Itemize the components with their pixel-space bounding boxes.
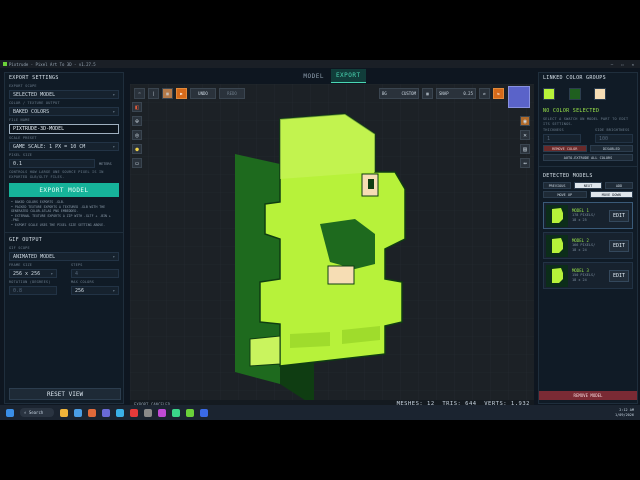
tab-model[interactable]: MODEL (298, 70, 329, 83)
model-thumbnail (546, 234, 568, 257)
model-thumbnail (546, 264, 568, 287)
scale-preset-select[interactable]: GAME SCALE: 1 PX = 10 CM ▾ (9, 142, 119, 151)
linked-color-groups-title: LINKED COLOR GROUPS (543, 75, 606, 81)
brightness-input[interactable]: 100 (595, 134, 633, 143)
window-title: Pixtrude - Pixel Art To 3D - v1.27.5 (9, 61, 96, 67)
model-list-item[interactable]: MODEL 2 166 PIXELS/18 x 24 EDIT (543, 232, 633, 259)
remove-model-button[interactable]: REMOVE MODEL (539, 391, 637, 400)
close-icon[interactable]: ✕ (632, 62, 634, 67)
chevron-down-icon: ▾ (50, 271, 53, 276)
browser-icon[interactable] (74, 408, 82, 417)
minimize-icon[interactable]: — (611, 62, 613, 67)
steps-label: STEPS (71, 263, 83, 267)
pixtrude-taskbar-icon[interactable] (186, 408, 194, 417)
thickness-label: THICKNESS (543, 128, 564, 132)
bullet-2: • PACKED TEXTURE EXPORTS A TEXTURED .GLB… (11, 204, 106, 214)
brightness-label: SIDE BRIGHTNESS (595, 128, 630, 132)
file-name-label: FILE NAME (9, 118, 30, 122)
rotation-label: ROTATION (DEGREES) (9, 280, 51, 284)
model-foot-left (290, 332, 330, 348)
model-thumbnail (546, 204, 568, 227)
export-model-button[interactable]: EXPORT MODEL (9, 183, 119, 197)
model-belly (327, 265, 355, 285)
chevron-down-icon: ▾ (112, 92, 115, 97)
divider (539, 166, 637, 167)
steps-input[interactable]: 4 (71, 269, 119, 278)
app-icon-8[interactable] (200, 408, 208, 417)
gif-scope-label: GIF SCOPE (9, 246, 30, 250)
auto-extrude-button[interactable]: AUTO-EXTRUDE ALL COLORS (543, 154, 633, 161)
model-tail (249, 335, 281, 367)
file-name-input[interactable]: PIXTRUDE-3D-MODEL (9, 124, 119, 134)
pixel-size-input[interactable]: 0.1 (9, 159, 95, 168)
edit-button[interactable]: EDIT (609, 240, 629, 252)
move-up-button[interactable]: MOVE UP (543, 191, 587, 198)
max-colors-select[interactable]: 256 ▾ (71, 286, 119, 295)
disabled-button[interactable]: DISABLED (589, 145, 633, 152)
pixel-size-help: CONTROLS HOW LARGE ONE SOURCE PIXEL IS I… (9, 170, 104, 179)
app-icon-5[interactable] (144, 408, 152, 417)
app-icon-1[interactable] (88, 408, 96, 417)
tab-export[interactable]: EXPORT (330, 69, 366, 83)
divider (5, 232, 123, 233)
frame-size-label: FRAME SIZE (9, 263, 33, 267)
bullet-3: • EXTERNAL TEXTURE EXPORTS A ZIP WITH .G… (11, 213, 111, 223)
gif-output-title: GIF OUTPUT (9, 237, 43, 243)
color-groups-panel: LINKED COLOR GROUPS NO COLOR SELECTED SE… (538, 72, 638, 404)
taskbar-search[interactable]: ⌕ Search (20, 408, 54, 417)
export-settings-panel: EXPORT SETTINGS EXPORT SCOPE SELECTED MO… (4, 72, 124, 404)
explorer-icon[interactable] (60, 408, 68, 417)
main-tabs: MODEL EXPORT (130, 68, 534, 84)
export-scope-label: EXPORT SCOPE (9, 84, 37, 88)
scale-preset-label: SCALE PRESET (9, 136, 37, 140)
move-down-button[interactable]: MOVE DOWN (589, 191, 633, 198)
remove-color-button[interactable]: REMOVE COLOR (543, 145, 587, 152)
voxel-model (235, 113, 406, 404)
taskbar: ⌕ Search 2:12 AM 1/09/2026 (0, 405, 640, 420)
frame-size-select[interactable]: 256 x 256 ▾ (9, 269, 57, 278)
no-color-help: SELECT A SWATCH ON MODEL PART TO EDIT IT… (543, 117, 629, 126)
color-output-label: COLOR / TEXTURE OUTPUT (9, 101, 60, 105)
app-icon-6[interactable] (158, 408, 166, 417)
export-settings-title: EXPORT SETTINGS (9, 75, 59, 81)
previous-button[interactable]: PREVIOUS (543, 182, 571, 189)
edit-button[interactable]: EDIT (609, 270, 629, 282)
title-bar: Pixtrude - Pixel Art To 3D - v1.27.5 — ☐… (0, 60, 640, 68)
model-list-item[interactable]: MODEL 3 150 PIXELS/18 x 24 EDIT (543, 262, 633, 289)
pixel-size-unit: METERS (99, 161, 112, 166)
next-button[interactable]: NEXT (574, 182, 602, 189)
model-list-item[interactable]: MODEL 1 178 PIXELS/18 x 25 EDIT (543, 202, 633, 229)
app-icon-2[interactable] (102, 408, 110, 417)
chevron-down-icon: ▾ (112, 144, 115, 149)
edit-button[interactable]: EDIT (609, 210, 629, 222)
chevron-down-icon: ▾ (112, 109, 115, 114)
app-icon (3, 62, 7, 66)
swatch-dark-green[interactable] (568, 88, 581, 100)
color-output-select[interactable]: BAKED COLORS ▾ (9, 107, 119, 116)
system-clock[interactable]: 2:12 AM 1/09/2026 (615, 408, 640, 417)
app-icon-4[interactable] (130, 408, 138, 417)
thickness-input[interactable]: 1 (543, 134, 581, 143)
rotation-input[interactable]: 0.8 (9, 286, 57, 295)
reset-view-button[interactable]: RESET VIEW (9, 388, 121, 400)
swatch-cream[interactable] (594, 88, 607, 100)
max-colors-label: MAX COLORS (71, 280, 95, 284)
3d-viewport[interactable]: ▭ | ▦ ▶ UNDO REDO BG CUSTOM ▦ SNAP 0.25 ⇄ … (130, 84, 534, 404)
detected-models-title: DETECTED MODELS (543, 173, 593, 179)
no-color-title: NO COLOR SELECTED (543, 108, 600, 114)
chevron-down-icon: ▾ (112, 288, 115, 293)
app-window: Pixtrude - Pixel Art To 3D - v1.27.5 — ☐… (0, 60, 640, 420)
swatch-lime[interactable] (543, 88, 555, 100)
maximize-icon[interactable]: ☐ (621, 62, 623, 67)
start-icon[interactable] (6, 408, 14, 417)
chevron-down-icon: ▾ (112, 254, 115, 259)
app-icon-3[interactable] (116, 408, 124, 417)
app-icon-7[interactable] (172, 408, 180, 417)
bullet-4: • EXPORT SCALE USES THE PIXEL SIZE SETTI… (11, 222, 106, 227)
gif-scope-select[interactable]: ANIMATED MODEL ▾ (9, 252, 119, 261)
export-scope-select[interactable]: SELECTED MODEL ▾ (9, 90, 119, 99)
model-pupil (368, 179, 374, 189)
add-button[interactable]: ADD (605, 182, 633, 189)
